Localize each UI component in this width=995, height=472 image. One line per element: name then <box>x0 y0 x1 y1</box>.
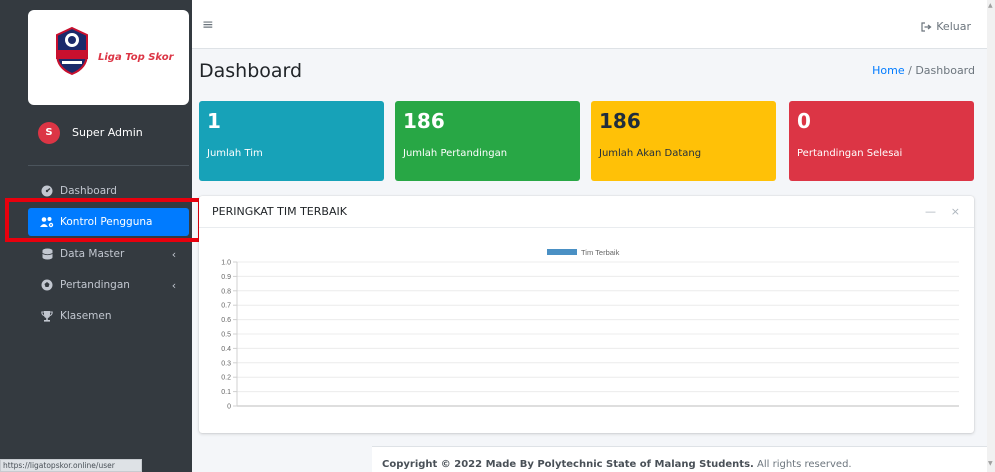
scroll-up-arrow-icon[interactable]: ▲ <box>988 2 993 9</box>
close-icon[interactable]: × <box>951 205 960 218</box>
page-title: Dashboard <box>199 60 303 82</box>
y-tick-label: 0.7 <box>221 303 231 310</box>
chart-card-title: PERINGKAT TIM TERBAIK <box>212 205 347 218</box>
sidebar-item-klasemen[interactable]: Klasemen <box>28 302 189 330</box>
stat-card-jumlah-akan-datang: 186 Jumlah Akan Datang <box>591 101 776 181</box>
futbol-icon <box>40 279 54 291</box>
stat-value: 186 <box>403 109 445 133</box>
page-footer: Copyright © 2022 Made By Polytechnic Sta… <box>372 446 987 472</box>
legend-label[interactable]: Tim Terbaik <box>581 248 620 257</box>
stat-label: Jumlah Pertandingan <box>403 148 508 159</box>
chevron-left-icon[interactable]: ‹ <box>167 248 181 261</box>
sidebar-item-label: Pertandingan <box>60 279 130 291</box>
stat-value: 1 <box>207 109 221 133</box>
stat-card-jumlah-tim: 1 Jumlah Tim <box>199 101 384 181</box>
y-tick-label: 0.2 <box>221 375 231 382</box>
minimize-icon[interactable]: — <box>925 205 936 218</box>
y-tick-label: 0.3 <box>221 360 231 367</box>
breadcrumb-home-link[interactable]: Home <box>872 64 904 77</box>
logout-label: Keluar <box>936 20 971 33</box>
stat-value: 0 <box>797 109 811 133</box>
y-tick-label: 0.4 <box>221 346 231 353</box>
trophy-icon <box>40 310 54 322</box>
y-tick-label: 0.8 <box>221 288 231 295</box>
user-panel[interactable]: S Super Admin <box>28 112 189 166</box>
sidebar-item-label: Dashboard <box>60 185 117 197</box>
status-bar-url: https://ligatopskor.online/user <box>0 459 142 472</box>
footer-copyright: Copyright © 2022 Made By Polytechnic Sta… <box>382 459 852 470</box>
stat-label: Jumlah Tim <box>207 148 263 159</box>
brand-logo-link[interactable]: Liga Top Skor <box>28 10 189 105</box>
breadcrumb-current: Dashboard <box>915 64 975 77</box>
legend-swatch[interactable] <box>547 249 577 255</box>
stat-card-jumlah-pertandingan: 186 Jumlah Pertandingan <box>395 101 580 181</box>
stat-label: Jumlah Akan Datang <box>599 148 702 159</box>
sidebar-item-label: Data Master <box>60 248 125 260</box>
scroll-down-arrow-icon[interactable]: ▼ <box>988 460 993 467</box>
chart-card: PERINGKAT TIM TERBAIK — × Tim Terbaik 0 0.… <box>199 196 974 433</box>
y-tick-label: 1.0 <box>221 260 231 267</box>
y-tick-label: 0 <box>227 404 231 411</box>
y-tick-label: 0.9 <box>221 274 231 281</box>
chevron-left-icon[interactable]: ‹ <box>167 279 181 292</box>
sidebar-item-label: Klasemen <box>60 310 112 322</box>
liga-topskor-logo-icon <box>56 26 88 76</box>
stat-value: 186 <box>599 109 641 133</box>
footer-rights: All rights reserved. <box>753 459 852 470</box>
database-icon <box>40 248 54 260</box>
sidebar-item-data-master[interactable]: Data Master ‹ <box>28 240 189 268</box>
y-tick-label: 0.6 <box>221 317 231 324</box>
stat-card-pertandingan-selesai: 0 Pertandingan Selesai <box>789 101 974 181</box>
stat-label: Pertandingan Selesai <box>797 148 903 159</box>
hamburger-menu-icon[interactable]: ≡ <box>202 17 214 33</box>
y-tick-label: 0.1 <box>221 389 231 396</box>
footer-copyright-bold: Copyright © 2022 Made By Polytechnic Sta… <box>382 459 754 470</box>
highlight-annotation-box <box>5 198 202 242</box>
chart-card-header: PERINGKAT TIM TERBAIK — × <box>199 196 974 228</box>
top-navbar: ≡ Keluar <box>192 0 987 49</box>
y-tick-label: 0.5 <box>221 332 231 339</box>
user-name[interactable]: Super Admin <box>72 126 143 139</box>
bar-chart: Tim Terbaik 0 0.1 0.2 0.3 0.4 0.5 0.6 0.7 0.8 0.9 1… <box>221 248 959 411</box>
sidebar-item-pertandingan[interactable]: Pertandingan ‹ <box>28 271 189 299</box>
brand-name: Liga Top Skor <box>98 52 174 63</box>
avatar: S <box>38 122 60 144</box>
sign-out-icon <box>921 21 932 32</box>
breadcrumb: Home / Dashboard <box>872 64 975 77</box>
page-scrollbar[interactable]: ▲ ▼ <box>987 0 995 472</box>
logout-button[interactable]: Keluar <box>921 20 971 33</box>
tachometer-icon <box>40 185 54 197</box>
